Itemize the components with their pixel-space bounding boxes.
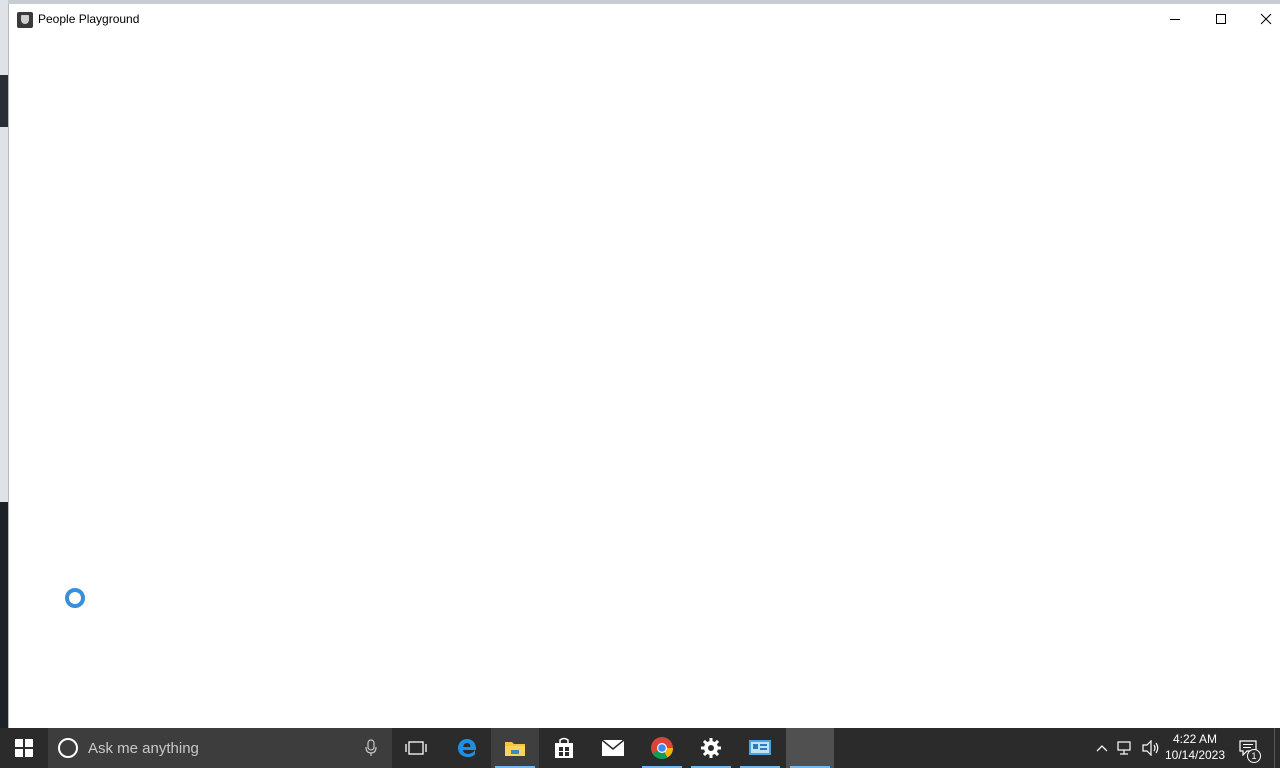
desktop-shade: [0, 502, 8, 728]
control-panel-button[interactable]: [736, 728, 784, 768]
taskbar: Ask me anything 4:22 AM 10/14/2023 1: [0, 728, 1280, 768]
speaker-icon: [1142, 740, 1159, 756]
desktop-shade: [0, 75, 8, 127]
people-playground-taskbar-button[interactable]: [786, 728, 834, 768]
window-title: People Playground: [38, 12, 140, 26]
control-panel-icon: [749, 740, 771, 755]
chevron-up-icon: [1096, 745, 1108, 752]
volume-button[interactable]: [1139, 728, 1163, 768]
folder-icon: [505, 742, 525, 756]
mail-icon: [601, 739, 625, 756]
file-explorer-button[interactable]: [491, 728, 539, 768]
title-bar[interactable]: People Playground: [9, 4, 1280, 34]
network-icon: [1117, 741, 1131, 755]
close-button[interactable]: [1243, 4, 1280, 34]
task-view-button[interactable]: [392, 728, 440, 768]
app-icon: [17, 12, 33, 28]
edge-icon: [458, 739, 477, 757]
store-icon: [555, 737, 573, 758]
microphone-icon[interactable]: [364, 739, 378, 757]
gear-icon: [701, 738, 721, 758]
close-icon: [1260, 13, 1272, 25]
chrome-icon: [651, 737, 673, 759]
desktop-background-left: [0, 0, 8, 728]
start-button[interactable]: [0, 728, 48, 768]
mail-button[interactable]: [589, 728, 637, 768]
maximize-icon: [1216, 14, 1226, 24]
settings-button[interactable]: [687, 728, 735, 768]
app-content-area[interactable]: [9, 34, 1280, 728]
edge-button[interactable]: [443, 728, 491, 768]
show-desktop-button[interactable]: [1274, 728, 1280, 768]
store-button[interactable]: [540, 728, 588, 768]
maximize-button[interactable]: [1198, 4, 1244, 34]
search-box[interactable]: Ask me anything: [48, 728, 392, 768]
loading-spinner-icon: [65, 588, 85, 608]
minimize-button[interactable]: [1152, 4, 1198, 34]
action-center-button[interactable]: [1234, 728, 1262, 768]
clock-time: 4:22 AM: [1172, 732, 1218, 746]
network-button[interactable]: [1114, 728, 1138, 768]
notification-count-badge: 1: [1247, 749, 1261, 763]
cortana-icon: [58, 738, 78, 758]
clock[interactable]: 4:22 AM 10/14/2023: [1162, 731, 1228, 763]
task-view-icon: [405, 741, 427, 755]
chrome-button[interactable]: [638, 728, 686, 768]
search-placeholder: Ask me anything: [88, 740, 199, 757]
show-hidden-icons-button[interactable]: [1092, 728, 1112, 768]
windows-logo-icon: [15, 739, 33, 757]
minimize-icon: [1170, 18, 1180, 20]
app-window: People Playground: [8, 4, 1280, 728]
clock-date: 10/14/2023: [1164, 748, 1226, 762]
